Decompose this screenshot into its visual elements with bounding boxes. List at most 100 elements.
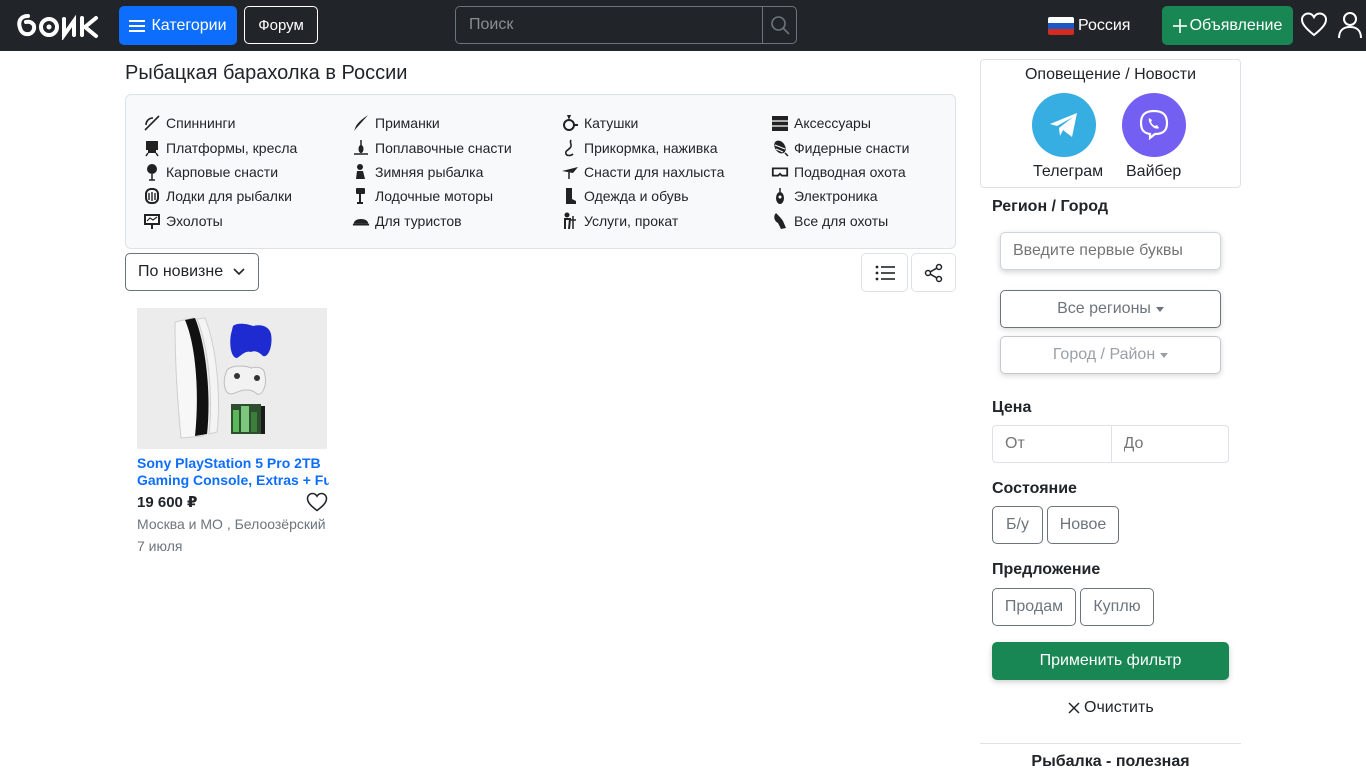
listing-price: 19 600 ₽ bbox=[137, 494, 198, 511]
category-item-electronics[interactable]: Электроника bbox=[771, 187, 878, 205]
list-view-button[interactable] bbox=[861, 253, 908, 292]
category-item-bait[interactable]: Прикормка, наживка bbox=[561, 139, 718, 157]
notifications-title: Оповещение / Новости bbox=[1024, 66, 1197, 83]
close-icon bbox=[1068, 702, 1080, 714]
favorite-heart-icon[interactable] bbox=[306, 492, 328, 512]
user-account-icon[interactable] bbox=[1337, 11, 1363, 39]
category-item-feeder[interactable]: Фидерные снасти bbox=[771, 139, 909, 157]
category-item-float[interactable]: Поплавочные снасти bbox=[352, 139, 512, 157]
fly-fishing-icon bbox=[561, 163, 579, 181]
region-search-input[interactable] bbox=[1000, 232, 1221, 270]
category-item-tourists[interactable]: Для туристов bbox=[352, 212, 462, 230]
price-from-input[interactable] bbox=[993, 426, 1111, 462]
forum-label: Форум bbox=[258, 16, 304, 34]
motor-icon bbox=[352, 187, 370, 205]
sonar-icon bbox=[143, 212, 161, 230]
notifications-panel: Оповещение / Новости Телеграм Вайбер bbox=[980, 59, 1241, 188]
add-ad-label: Объявление bbox=[1189, 16, 1283, 34]
offer-buy-toggle[interactable]: Куплю bbox=[1080, 588, 1154, 626]
categories-button[interactable]: Категории bbox=[119, 6, 237, 45]
listing-location: Москва и МО , Белоозёрский bbox=[137, 516, 326, 532]
listing-title[interactable]: Sony PlayStation 5 Pro 2TB Gaming Consol… bbox=[137, 455, 329, 489]
condition-heading: Состояние bbox=[992, 480, 1077, 497]
caret-down-icon bbox=[1155, 306, 1164, 312]
carp-icon bbox=[143, 163, 161, 181]
category-item-fly[interactable]: Снасти для нахлыста bbox=[561, 163, 724, 181]
listing-date: 7 июля bbox=[137, 538, 183, 554]
plus-icon bbox=[1172, 18, 1187, 33]
price-to-input[interactable] bbox=[1110, 426, 1228, 462]
offer-heading: Предложение bbox=[992, 561, 1101, 578]
price-heading: Цена bbox=[992, 399, 1032, 416]
chair-icon bbox=[143, 139, 161, 157]
category-item-clothing[interactable]: Одежда и обувь bbox=[561, 187, 689, 205]
category-item-winter[interactable]: Зимняя рыбалка bbox=[352, 163, 483, 181]
category-item-hunting[interactable]: Все для охоты bbox=[771, 212, 888, 230]
category-item-accessories[interactable]: Аксессуары bbox=[771, 114, 871, 132]
category-item-boats[interactable]: Лодки для рыбалки bbox=[143, 187, 292, 205]
telegram-button[interactable] bbox=[1032, 93, 1096, 157]
viber-button[interactable] bbox=[1122, 93, 1186, 157]
hunting-icon bbox=[771, 212, 789, 230]
feeder-icon bbox=[771, 139, 789, 157]
sidebar-divider bbox=[980, 743, 1241, 744]
forum-button[interactable]: Форум bbox=[244, 6, 318, 44]
category-item-carp[interactable]: Карповые снасти bbox=[143, 163, 278, 181]
spinning-rod-icon bbox=[143, 114, 161, 132]
site-logo[interactable] bbox=[16, 12, 100, 40]
share-button[interactable] bbox=[911, 253, 956, 292]
city-district-dropdown[interactable]: Город / Район bbox=[1000, 336, 1221, 374]
electronics-icon bbox=[771, 187, 789, 205]
country-selector[interactable]: Россия bbox=[1048, 17, 1130, 35]
favorites-heart-icon[interactable] bbox=[1300, 11, 1328, 39]
top-navbar: Категории Форум Россия Объявление bbox=[0, 0, 1366, 51]
clear-filter-button[interactable]: Очистить bbox=[1068, 699, 1154, 717]
category-item-sonar[interactable]: Эхолоты bbox=[143, 212, 223, 230]
condition-used-toggle[interactable]: Б/у bbox=[992, 506, 1043, 544]
search-input[interactable] bbox=[456, 7, 762, 43]
menu-icon bbox=[129, 19, 146, 32]
price-range bbox=[992, 425, 1229, 463]
offer-sell-toggle[interactable]: Продам bbox=[992, 588, 1076, 626]
search-bar bbox=[455, 6, 797, 44]
useful-heading: Рыбалка - полезная bbox=[1031, 753, 1190, 770]
boot-icon bbox=[561, 187, 579, 205]
category-item-platforms[interactable]: Платформы, кресла bbox=[143, 139, 297, 157]
region-heading: Регион / Город bbox=[992, 198, 1108, 215]
telegram-icon bbox=[1050, 113, 1077, 137]
list-icon bbox=[875, 265, 895, 280]
float-icon bbox=[352, 139, 370, 157]
category-item-reels[interactable]: Катушки bbox=[561, 114, 638, 132]
share-icon bbox=[924, 263, 942, 282]
listing-card[interactable]: Sony PlayStation 5 Pro 2TB Gaming Consol… bbox=[137, 308, 329, 554]
chevron-down-icon bbox=[233, 268, 245, 276]
category-item-lures[interactable]: Приманки bbox=[352, 114, 440, 132]
caret-down-icon bbox=[1160, 352, 1169, 358]
tackle-box-icon bbox=[771, 114, 789, 132]
services-icon bbox=[561, 212, 579, 230]
bait-icon bbox=[561, 139, 579, 157]
search-button[interactable] bbox=[762, 7, 796, 43]
category-item-motors[interactable]: Лодочные моторы bbox=[352, 187, 493, 205]
condition-new-toggle[interactable]: Новое bbox=[1047, 506, 1119, 544]
viber-icon bbox=[1139, 109, 1169, 141]
categories-label: Категории bbox=[151, 16, 227, 34]
telegram-label: Телеграм bbox=[1033, 163, 1104, 180]
category-item-services[interactable]: Услуги, прокат bbox=[561, 212, 678, 230]
russia-flag-icon bbox=[1048, 17, 1074, 35]
tent-icon bbox=[352, 212, 370, 230]
viber-label: Вайбер bbox=[1126, 163, 1182, 180]
category-item-spinning[interactable]: Спиннинги bbox=[143, 114, 235, 132]
all-regions-dropdown[interactable]: Все регионы bbox=[1000, 290, 1221, 328]
apply-filter-button[interactable]: Применить фильтр bbox=[992, 642, 1229, 680]
sort-dropdown[interactable]: По новизне bbox=[125, 253, 259, 291]
diving-mask-icon bbox=[771, 163, 789, 181]
lure-icon bbox=[352, 114, 370, 132]
search-icon bbox=[770, 16, 790, 35]
ice-fishing-icon bbox=[352, 163, 370, 181]
add-ad-button[interactable]: Объявление bbox=[1162, 6, 1293, 45]
listing-image[interactable] bbox=[137, 308, 327, 449]
category-grid: Спиннинги Платформы, кресла Карповые сна… bbox=[125, 94, 956, 249]
category-item-spearfishing[interactable]: Подводная охота bbox=[771, 163, 906, 181]
country-label: Россия bbox=[1078, 17, 1131, 34]
